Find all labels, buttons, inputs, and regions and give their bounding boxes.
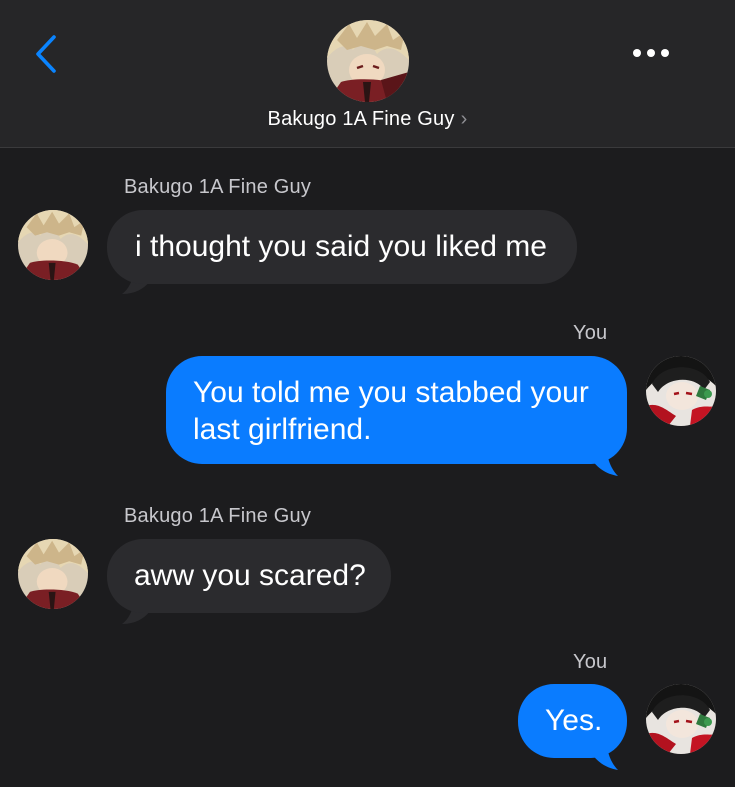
avatar-image xyxy=(18,210,88,280)
chevron-left-icon xyxy=(36,35,56,73)
sender-label: You xyxy=(573,651,608,673)
message-text: aww you scared? xyxy=(134,559,366,592)
contact-name-button[interactable]: Bakugo 1A Fine Guy › xyxy=(0,108,735,131)
message-bubble-incoming[interactable]: aww you scared? xyxy=(107,539,391,613)
chevron-right-icon: › xyxy=(460,108,468,130)
ellipsis-icon xyxy=(633,49,669,57)
message-bubble-incoming[interactable]: i thought you said you liked me xyxy=(107,210,577,284)
avatar-image xyxy=(646,356,716,426)
conversation-header: Bakugo 1A Fine Guy › xyxy=(0,0,735,148)
message-text-line: last girlfriend. xyxy=(193,413,372,446)
message-text-line: You told me you stabbed your xyxy=(193,376,589,409)
contact-avatar-small[interactable] xyxy=(18,539,88,609)
message-bubble-outgoing[interactable]: Yes. xyxy=(518,684,627,758)
contact-name: Bakugo 1A Fine Guy xyxy=(267,108,455,130)
message-bubble-outgoing[interactable]: You told me you stabbed your last girlfr… xyxy=(166,356,627,464)
back-button[interactable] xyxy=(28,30,68,78)
sender-label: You xyxy=(573,322,608,344)
message-text: Yes. xyxy=(545,704,603,737)
message-text: i thought you said you liked me xyxy=(135,230,547,263)
sender-label: Bakugo 1A Fine Guy xyxy=(124,176,312,198)
avatar-image xyxy=(646,684,716,754)
contact-avatar[interactable] xyxy=(327,20,409,102)
avatar-image xyxy=(327,20,409,102)
avatar-image xyxy=(18,539,88,609)
sender-label: Bakugo 1A Fine Guy xyxy=(124,505,312,527)
more-options-button[interactable] xyxy=(626,36,676,70)
contact-avatar-small[interactable] xyxy=(18,210,88,280)
user-avatar[interactable] xyxy=(646,356,716,426)
user-avatar[interactable] xyxy=(646,684,716,754)
chat-screen: Bakugo 1A Fine Guy › Bakugo 1A Fine Guy i… xyxy=(0,0,735,787)
